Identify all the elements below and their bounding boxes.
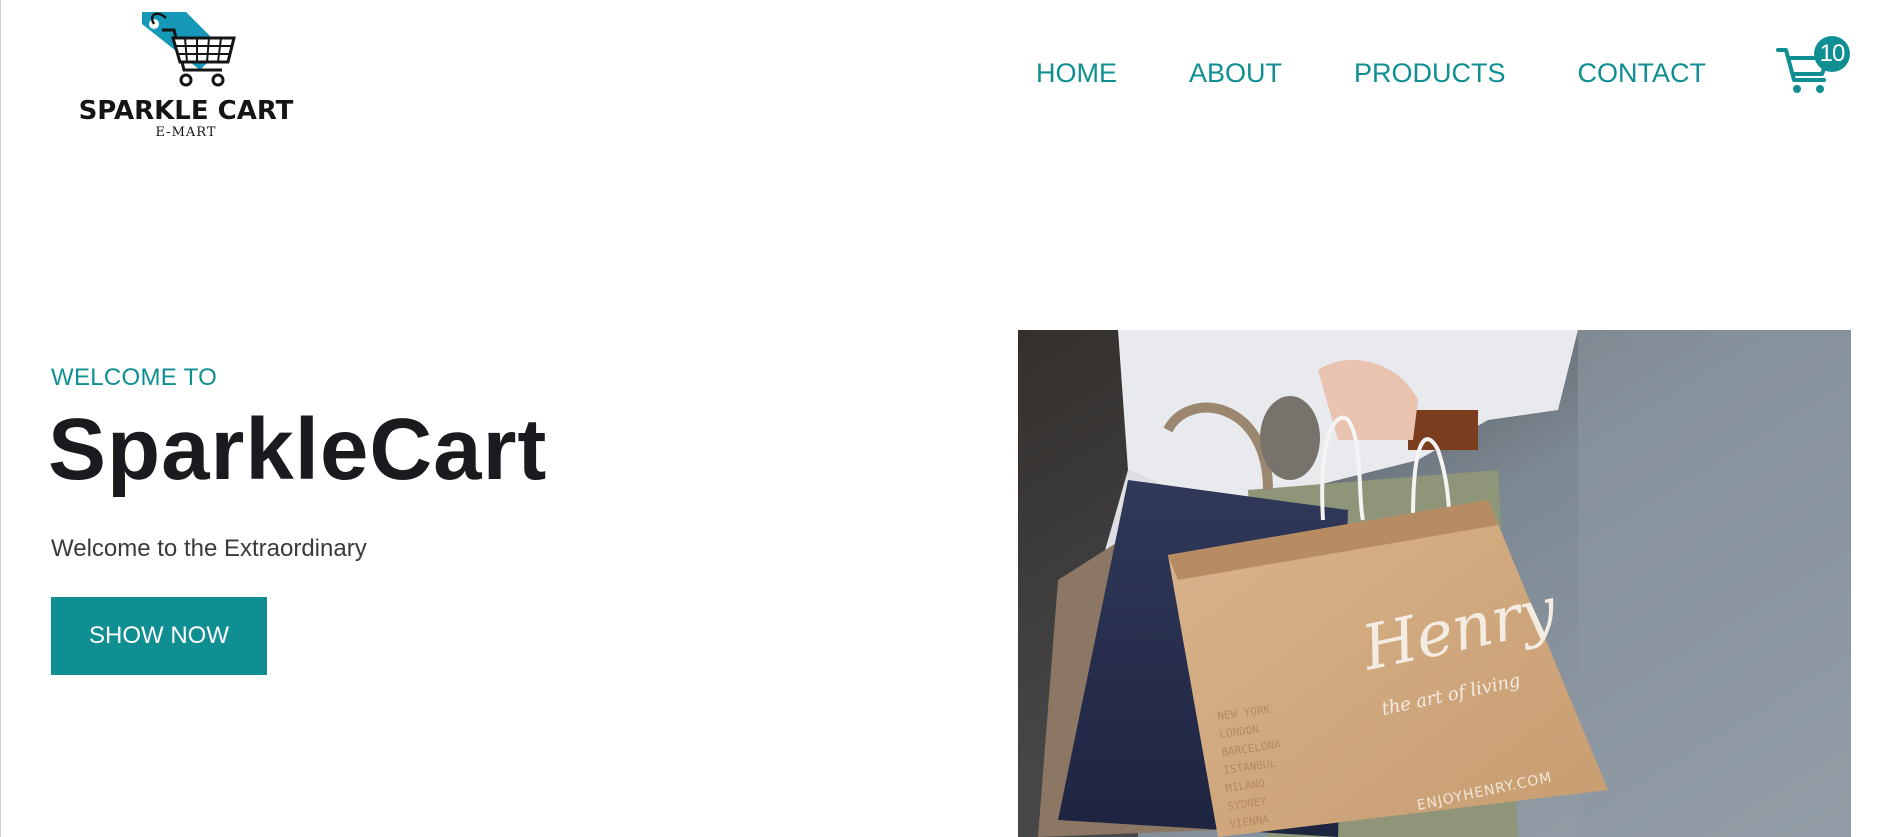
page-edge (0, 0, 1, 837)
nav-home[interactable]: HOME (1036, 58, 1117, 89)
hero-subtitle: Welcome to the Extraordinary (51, 535, 367, 562)
cart-count-badge: 10 (1814, 36, 1850, 72)
show-now-button[interactable]: SHOW NOW (51, 597, 267, 675)
hero-image: Henry the art of living ENJOYHENRY.COM N… (1018, 330, 1851, 837)
cart-button[interactable]: 10 (1776, 36, 1850, 96)
main-nav: HOME ABOUT PRODUCTS CONTACT (1036, 58, 1706, 89)
nav-products[interactable]: PRODUCTS (1354, 58, 1506, 89)
cart-tag-logo-icon (142, 12, 236, 87)
nav-about[interactable]: ABOUT (1189, 58, 1282, 89)
hero-eyebrow: WELCOME TO (51, 364, 218, 391)
brand-tagline: E-MART (155, 125, 217, 140)
hero-title: SparkleCart (48, 401, 548, 498)
nav-contact[interactable]: CONTACT (1578, 58, 1707, 89)
brand-name: SPARKLE CART (78, 96, 294, 126)
brand-logo[interactable]: SPARKLE CART E-MART (78, 8, 294, 140)
